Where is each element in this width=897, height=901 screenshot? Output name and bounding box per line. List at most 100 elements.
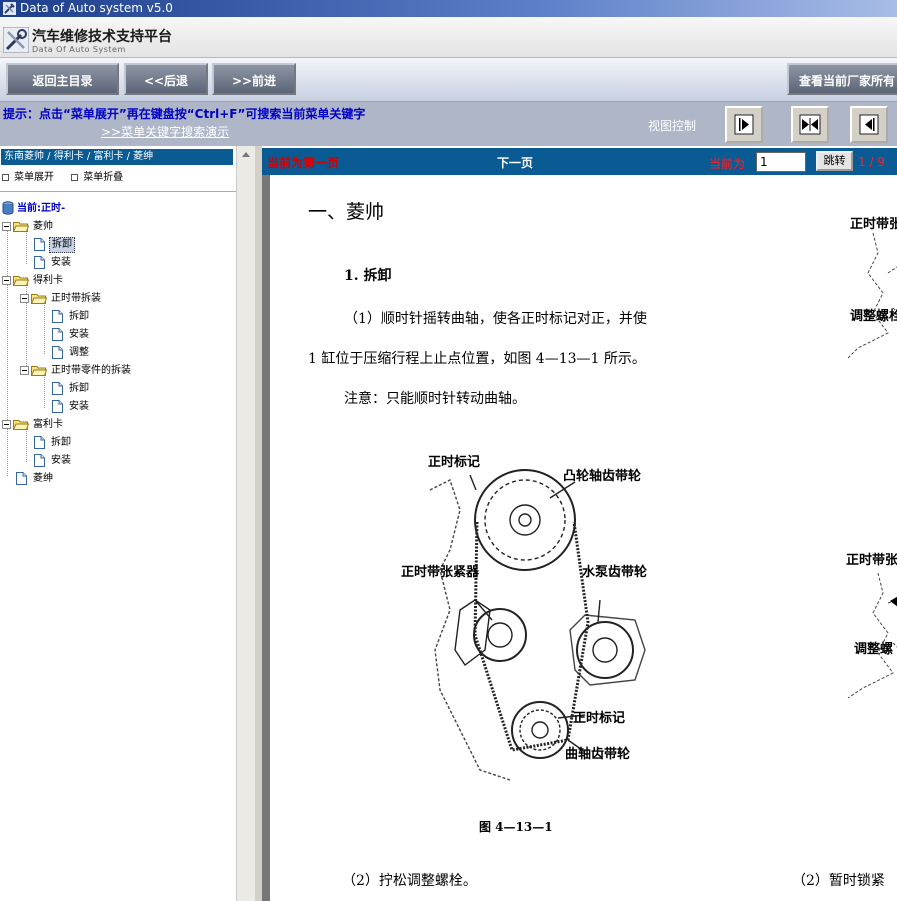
tree-item-adjust[interactable]: 调整 — [52, 344, 91, 362]
tree-label: 富利卡 — [33, 419, 63, 430]
tree-item-timing-belt[interactable]: 正时带拆装 — [20, 290, 103, 308]
tree-label: 拆卸 — [51, 437, 71, 448]
folder-open-icon — [13, 221, 29, 232]
figure-caption: 图 4—13—1 — [479, 820, 553, 834]
tree-item-lingshen[interactable]: 菱绅 — [16, 470, 55, 488]
tree-item-timing-parts[interactable]: 正时带零件的拆装 — [20, 362, 133, 380]
document-icon — [16, 471, 27, 485]
search-hint-text: 提示：点击“菜单展开”再在键盘按“Ctrl+F”可搜索当前菜单关键字 — [3, 107, 366, 121]
next-page-button[interactable]: 下一页 — [497, 154, 533, 171]
doc-paragraph: 注意：只能顺时针转动曲轴。 — [344, 391, 526, 407]
left-nav-panel: 东南菱帅 / 得利卡 / 富利卡 / 菱绅 菜单展开 菜单折叠 当前:正时- 菱… — [0, 146, 255, 901]
split-view-button[interactable] — [791, 106, 829, 143]
tree-label: 拆卸 — [69, 311, 89, 322]
search-demo-link[interactable]: >>菜单关键字搜索演示 — [101, 123, 229, 140]
tree-label: 正时带拆装 — [51, 293, 101, 304]
tree-item-install[interactable]: 安装 — [52, 398, 91, 416]
collapse-view-button[interactable] — [850, 106, 888, 143]
document-icon — [34, 453, 45, 467]
database-icon — [2, 201, 14, 215]
document-icon — [52, 327, 63, 341]
content-panel: 当前为第一页 下一页 当前为 1 跳转 1 / 9 一、菱帅 1. 拆卸 （1）… — [262, 146, 897, 901]
expand-square-icon — [2, 173, 9, 181]
document-icon — [52, 309, 63, 323]
tree-label: 拆卸 — [49, 237, 75, 253]
menu-operations: 菜单展开 菜单折叠 — [2, 168, 137, 183]
home-button[interactable]: 返回主目录 — [6, 63, 119, 95]
tree-item-install[interactable]: 安装 — [34, 452, 73, 470]
app-title: 汽车维修技术支持平台 — [32, 29, 172, 45]
app-wrench-icon — [3, 2, 16, 15]
side-diagram-top — [848, 233, 897, 359]
tree-item-delica[interactable]: 得利卡 — [2, 272, 65, 290]
view-vendor-button[interactable]: 查看当前厂家所有 — [787, 63, 897, 95]
document-icon — [34, 237, 45, 251]
page-number-input[interactable]: 1 — [756, 152, 806, 172]
arrow-right-icon — [734, 114, 754, 135]
timing-belt-diagram — [429, 469, 646, 781]
menu-expand-button[interactable]: 菜单展开 — [2, 172, 54, 183]
document-icon — [52, 345, 63, 359]
doc-paragraph: 1 缸位于压缩行程上止点位置，如图 4—13—1 所示。 — [308, 351, 646, 367]
jump-button[interactable]: 跳转 — [816, 151, 853, 171]
tree-label: 安装 — [69, 401, 89, 412]
diagram-label: 正时带张紧器 — [401, 565, 480, 580]
menu-expand-label: 菜单展开 — [14, 172, 54, 183]
side-diagram-label: 正时带张 — [846, 553, 897, 568]
window-title: Data of Auto system v5.0 — [20, 1, 173, 15]
diagram-label: 曲轴齿带轮 — [565, 747, 631, 762]
tree-item-fulika[interactable]: 富利卡 — [2, 416, 65, 434]
hint-bar: 提示：点击“菜单展开”再在键盘按“Ctrl+F”可搜索当前菜单关键字 >>菜单关… — [0, 102, 897, 146]
document-page: 一、菱帅 1. 拆卸 （1）顺时针摇转曲轴，使各正时标记对正，并使 1 缸位于压… — [262, 175, 897, 901]
tree-item-remove[interactable]: 拆卸 — [52, 308, 91, 326]
diagram-label: 凸轮轴齿带轮 — [563, 469, 642, 484]
tree-item-install[interactable]: 安装 — [34, 254, 73, 272]
window-title-bar: Data of Auto system v5.0 — [0, 0, 897, 17]
tree-label: 安装 — [69, 329, 89, 340]
tree-item-install[interactable]: 安装 — [52, 326, 91, 344]
diagram-label: 正时标记 — [573, 711, 626, 726]
scroll-up-icon[interactable] — [242, 152, 250, 157]
arrow-left-icon — [859, 114, 879, 135]
tree-label: 调整 — [69, 347, 89, 358]
forward-button[interactable]: >>前进 — [212, 63, 296, 95]
collapse-toggle-icon[interactable] — [2, 221, 11, 231]
app-header: 汽车维修技术支持平台 Data Of Auto System — [0, 17, 897, 58]
collapse-toggle-icon[interactable] — [20, 365, 29, 375]
tree-guide — [7, 226, 8, 476]
menu-collapse-button[interactable]: 菜单折叠 — [71, 172, 123, 183]
tree-label: 正时带零件的拆装 — [51, 365, 131, 376]
folder-open-icon — [31, 293, 47, 304]
breadcrumb[interactable]: 东南菱帅 / 得利卡 / 富利卡 / 菱绅 — [1, 149, 233, 165]
back-button[interactable]: <<后退 — [124, 63, 208, 95]
tree-item-remove[interactable]: 拆卸 — [34, 434, 73, 452]
tree-label: 菱帅 — [33, 221, 53, 232]
app-subtitle: Data Of Auto System — [32, 45, 126, 54]
logo-tools-icon — [3, 27, 29, 53]
doc-paragraph: （1）顺时针摇转曲轴，使各正时标记对正，并使 — [344, 311, 647, 327]
tree-item-lingshuai[interactable]: 菱帅 — [2, 218, 55, 236]
tree-label: 得利卡 — [33, 275, 63, 286]
document-icon — [34, 435, 45, 449]
doc-paragraph: （2）拧松调整螺栓。 — [342, 873, 477, 889]
tree-item-remove[interactable]: 拆卸 — [52, 380, 91, 398]
expand-view-button[interactable] — [725, 106, 763, 143]
tree-label: 安装 — [51, 257, 71, 268]
collapse-toggle-icon[interactable] — [2, 275, 11, 285]
diagram-label: 水泵齿带轮 — [582, 565, 648, 580]
doc-paragraph: （2）暂时锁紧 — [792, 873, 885, 889]
main-toolbar: 返回主目录 <<后退 >>前进 查看当前厂家所有 — [0, 58, 897, 102]
side-diagram-label: 正时带张 — [850, 217, 897, 232]
document-icon — [52, 399, 63, 413]
tree-item-remove[interactable]: 拆卸 — [34, 236, 75, 254]
menu-collapse-label: 菜单折叠 — [83, 172, 124, 183]
doc-heading: 一、菱帅 — [308, 201, 385, 223]
collapse-toggle-icon[interactable] — [2, 419, 11, 429]
pager-bar: 当前为第一页 下一页 当前为 1 跳转 1 / 9 — [262, 148, 897, 175]
view-control-label: 视图控制 — [648, 119, 697, 133]
doc-section-title: 1. 拆卸 — [344, 268, 392, 284]
collapse-toggle-icon[interactable] — [20, 293, 29, 303]
nav-scrollbar[interactable] — [236, 146, 255, 901]
current-node-label: 当前:正时- — [17, 203, 66, 214]
tree-current-node: 当前:正时- — [2, 200, 65, 218]
